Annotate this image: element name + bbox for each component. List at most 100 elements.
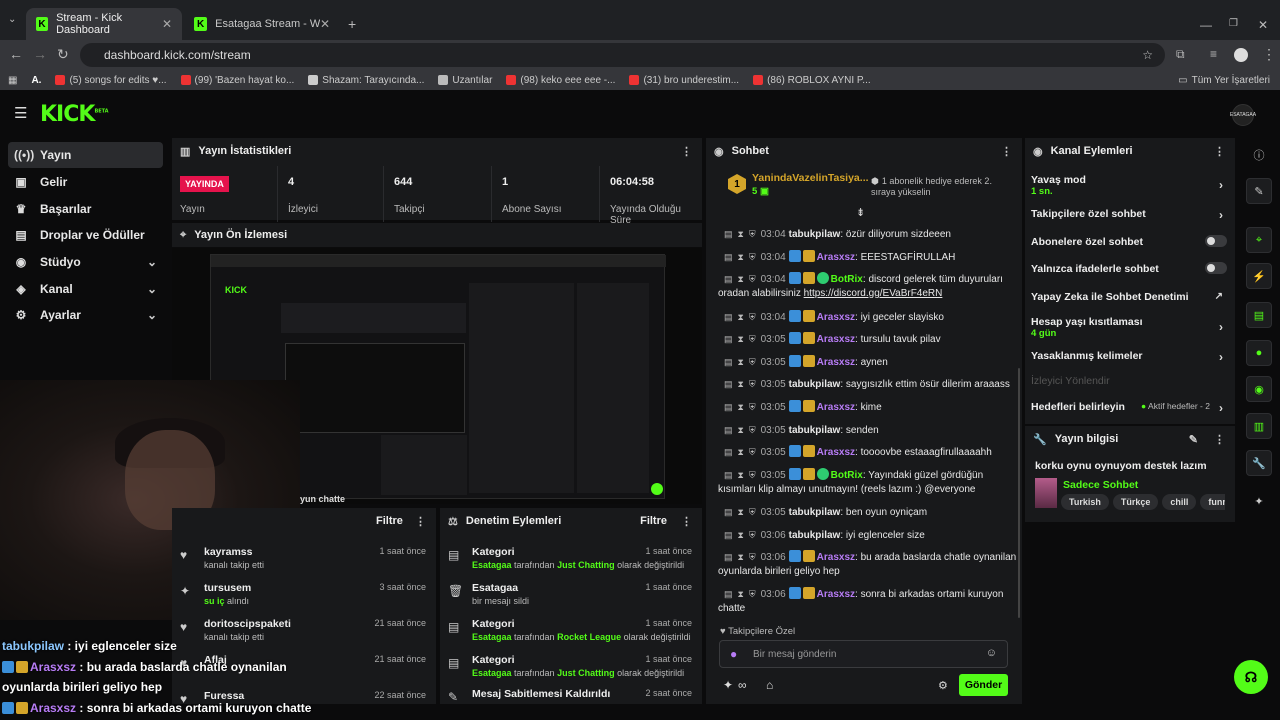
timeout-hourglass-icon[interactable]: ⧗ (738, 447, 744, 457)
timeout-hourglass-icon[interactable]: ⧗ (738, 312, 744, 322)
sidebar-item-basarilar[interactable]: ♛ Başarılar (8, 196, 163, 222)
ban-shield-icon[interactable]: ⛨ (749, 589, 756, 599)
chat-username[interactable]: Arasxsz (817, 357, 855, 368)
bookmark-a[interactable]: A. (31, 75, 41, 86)
more-options-icon[interactable]: ⋮ (681, 145, 692, 158)
emoji-icon[interactable]: ☺ (986, 647, 997, 659)
more-options-icon[interactable]: ⋮ (1214, 433, 1225, 446)
more-options-icon[interactable]: ⋮ (415, 515, 426, 528)
chat-username[interactable]: BotRix (831, 470, 863, 481)
ai-mod-action[interactable]: Yapay Zeka ile Sohbet Denetimi ↗ (1031, 291, 1227, 303)
slow-mode-action[interactable]: Yavaş mod 1 sn. › (1031, 174, 1227, 197)
minimize-icon[interactable]: — (1200, 18, 1212, 32)
timeout-hourglass-icon[interactable]: ⧗ (738, 425, 744, 435)
apps-icon[interactable]: ▦ (8, 75, 17, 86)
ban-shield-icon[interactable]: ⛨ (749, 402, 756, 412)
pin-icon[interactable]: ▤ (724, 312, 733, 322)
support-headset-button[interactable]: ☊ (1234, 660, 1268, 694)
chat-scrollbar[interactable] (1018, 368, 1020, 618)
timeout-hourglass-icon[interactable]: ⧗ (738, 507, 744, 517)
sidebar-item-ayarlar[interactable]: ⚙ Ayarlar ⌄ (8, 302, 163, 328)
timeout-hourglass-icon[interactable]: ⧗ (738, 252, 744, 262)
kick-points-icon[interactable]: ✦ (1246, 488, 1272, 514)
ban-shield-icon[interactable]: ⛨ (749, 507, 756, 517)
chat-username[interactable]: Arasxsz (817, 252, 855, 263)
timeout-hourglass-icon[interactable]: ⧗ (738, 402, 744, 412)
sidebar-item-kanal[interactable]: ◈ Kanal ⌄ (8, 276, 163, 302)
sidebar-item-gelir[interactable]: ▣ Gelir (8, 169, 163, 195)
media-icon[interactable]: ≡ (1210, 47, 1217, 61)
back-icon[interactable]: ← (9, 46, 23, 62)
bookmark-item[interactable]: (98) keko eee eee -... (506, 75, 615, 86)
timeout-hourglass-icon[interactable]: ⧗ (738, 470, 744, 480)
ban-shield-icon[interactable]: ⛨ (749, 470, 756, 480)
top-gifter-name[interactable]: YanindaVazelinTasiya... (752, 172, 869, 184)
chat-username[interactable]: tabukpilaw (789, 530, 841, 541)
ban-shield-icon[interactable]: ⛨ (749, 334, 756, 344)
all-bookmarks[interactable]: ▭ Tüm Yer İşaretleri (1178, 75, 1270, 86)
pin-icon[interactable]: ▤ (724, 334, 733, 344)
pin-icon[interactable]: ▤ (724, 229, 733, 239)
pin-icon[interactable]: ▤ (724, 274, 733, 284)
clipboard-icon[interactable]: ▤ (1246, 302, 1272, 328)
chat-link[interactable]: https://discord.gg/EVaBrF4eRN (804, 288, 943, 299)
reload-icon[interactable]: ↻ (57, 46, 69, 63)
chat-username[interactable]: tabukpilaw (789, 425, 841, 436)
bookmark-item[interactable]: (5) songs for edits ♥... (55, 75, 167, 86)
sidebar-item-studyo[interactable]: ◉ Stüdyo ⌄ (8, 249, 163, 275)
bookmark-item[interactable]: Uzantılar (438, 75, 492, 86)
chat-username[interactable]: tabukpilaw (789, 507, 841, 518)
ban-shield-icon[interactable]: ⛨ (749, 252, 756, 262)
bookmark-star-icon[interactable]: ☆ (1142, 48, 1153, 62)
goals-action[interactable]: Hedefleri belirleyin ● Aktif hedefler - 2… (1031, 401, 1227, 415)
timeout-hourglass-icon[interactable]: ⧗ (738, 334, 744, 344)
camera-focus-icon[interactable]: ⌖ (1246, 227, 1272, 253)
bookmark-item[interactable]: Shazam: Tarayıcında... (308, 75, 424, 86)
more-options-icon[interactable]: ⋮ (1001, 145, 1012, 158)
ban-shield-icon[interactable]: ⛨ (749, 552, 756, 562)
edit-pencil-icon[interactable]: ✎ (1246, 178, 1272, 204)
extensions-icon[interactable]: ⧉ (1176, 47, 1185, 62)
tab-kick-dashboard[interactable]: K Stream - Kick Dashboard ✕ (26, 8, 182, 40)
ban-shield-icon[interactable]: ⛨ (749, 274, 756, 284)
account-age-action[interactable]: Hesap yaşı kısıtlaması 4 gün › (1031, 316, 1227, 339)
tab-esatagaa-stream[interactable]: K Esatagaa Stream - Watch Live o ✕ (184, 8, 340, 40)
ban-shield-icon[interactable]: ⛨ (749, 312, 756, 322)
user-avatar[interactable]: ESATAGAA (1230, 104, 1256, 126)
chat-settings-gear-icon[interactable]: ⚙ (938, 679, 948, 692)
chat-username[interactable]: Arasxsz (817, 334, 855, 345)
pin-icon[interactable]: ▤ (724, 447, 733, 457)
ban-shield-icon[interactable]: ⛨ (749, 447, 756, 457)
chat-username[interactable]: tabukpilaw (789, 229, 841, 240)
pin-icon[interactable]: ▤ (724, 357, 733, 367)
pin-icon[interactable]: ▤ (724, 379, 733, 389)
more-options-icon[interactable]: ⋮ (681, 515, 692, 528)
followers-chat-action[interactable]: Takipçilere özel sohbet › (1031, 208, 1227, 222)
pin-icon[interactable]: ▤ (724, 552, 733, 562)
ban-shield-icon[interactable]: ⛨ (749, 425, 756, 435)
menu-icon[interactable]: ⋮ (1262, 46, 1276, 63)
wrench-icon[interactable]: 🔧 (1246, 450, 1272, 476)
ban-shield-icon[interactable]: ⛨ (749, 229, 756, 239)
bookmark-item[interactable]: (86) ROBLOX AYNI P... (753, 75, 871, 86)
store-icon[interactable]: ⌂ (766, 678, 773, 692)
lightning-icon[interactable]: ⚡ (1246, 263, 1272, 289)
subs-chat-toggle[interactable] (1205, 235, 1227, 247)
pin-icon[interactable]: ▤ (724, 470, 733, 480)
ban-shield-icon[interactable]: ⛨ (749, 530, 756, 540)
kick-logo[interactable]: KICKBETA (40, 102, 109, 127)
timeout-hourglass-icon[interactable]: ⧗ (738, 379, 744, 389)
timeout-hourglass-icon[interactable]: ⧗ (738, 229, 744, 239)
chat-username[interactable]: Arasxsz (817, 402, 855, 413)
address-bar[interactable]: dashboard.kick.com/stream ☆ (80, 43, 1165, 67)
close-tab-icon[interactable]: ✕ (162, 17, 172, 31)
pin-icon[interactable]: ▤ (724, 530, 733, 540)
maximize-icon[interactable]: ❐ (1229, 18, 1238, 29)
emote-chat-toggle[interactable] (1205, 262, 1227, 274)
filter-button[interactable]: Filtre (376, 515, 403, 527)
close-window-icon[interactable]: ✕ (1258, 18, 1268, 32)
sidebar-item-droplar[interactable]: ▤ Droplar ve Ödüller (8, 222, 163, 248)
ban-shield-icon[interactable]: ⛨ (749, 379, 756, 389)
ban-shield-icon[interactable]: ⛨ (749, 357, 756, 367)
forward-icon[interactable]: → (33, 46, 47, 62)
